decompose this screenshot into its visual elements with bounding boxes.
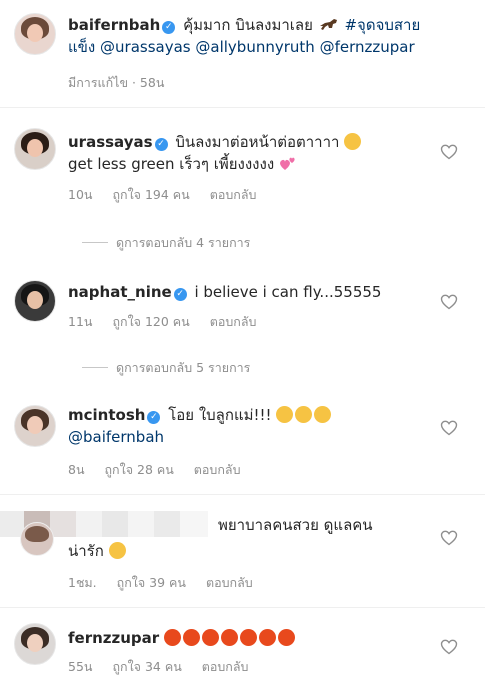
- pixelated-username-block: [154, 511, 180, 537]
- comment-meta: 8น ถูกใจ 28 คน ตอบกลับ: [68, 460, 257, 480]
- divider: [0, 107, 485, 108]
- like-count[interactable]: ถูกใจ 120 คน: [112, 314, 189, 329]
- angry-face-emoji: [182, 629, 200, 646]
- mention-link[interactable]: @baifernbah: [68, 428, 164, 446]
- comment-time: 55น: [68, 659, 93, 674]
- pixelated-username-block: [180, 511, 208, 537]
- comment-text: urassayas ✓ บินลงมาต่อหน้าต่อตาาาา get le…: [68, 131, 428, 175]
- comment-body: บินลงมาต่อหน้าต่อตาาาา: [175, 133, 340, 151]
- view-replies-button[interactable]: ดูการตอบกลับ 5 รายการ: [82, 358, 250, 378]
- reply-button[interactable]: ตอบกลับ: [194, 462, 241, 477]
- view-replies-label: ดูการตอบกลับ 5 รายการ: [116, 360, 251, 375]
- like-count[interactable]: ถูกใจ 34 คน: [112, 659, 181, 674]
- comment-text: พยาบาลคนสวย ดูแลคน: [218, 514, 438, 536]
- verified-badge-icon: ✓: [147, 411, 161, 424]
- pixelated-username-block: [76, 511, 102, 537]
- two-hearts-emoji: [279, 157, 295, 170]
- avatar[interactable]: [14, 280, 56, 322]
- verified-badge-icon: ✓: [162, 21, 176, 34]
- username[interactable]: urassayas: [68, 133, 153, 151]
- downcast-sweat-emoji: [295, 406, 313, 423]
- comment-time: 1ชม.: [68, 575, 97, 590]
- username[interactable]: naphat_nine: [68, 283, 172, 301]
- like-count[interactable]: ถูกใจ 194 คน: [112, 187, 189, 202]
- comment-text: naphat_nine ✓ i believe i can fly...55555: [68, 281, 428, 303]
- comment-body: พยาบาลคนสวย ดูแลคน: [218, 516, 373, 534]
- like-count[interactable]: ถูกใจ 28 คน: [104, 462, 173, 477]
- pixelated-username-block: [128, 511, 154, 537]
- reply-line: [82, 242, 108, 243]
- heart-outline-icon[interactable]: [440, 293, 458, 311]
- kissing-heart-emoji: [108, 542, 126, 559]
- comment-time: 11น: [68, 314, 93, 329]
- divider: [0, 494, 485, 495]
- heart-outline-icon[interactable]: [440, 529, 458, 547]
- racehorse-emoji: [319, 19, 337, 30]
- avatar[interactable]: [14, 128, 56, 170]
- angry-face-emoji: [277, 629, 295, 646]
- comment-meta: 55น ถูกใจ 34 คน ตอบกลับ: [68, 657, 264, 677]
- avatar[interactable]: [14, 13, 56, 55]
- comment-text: น่ารัก: [68, 540, 428, 562]
- mention-link[interactable]: @urassayas: [100, 38, 191, 56]
- verified-badge-icon: ✓: [154, 138, 168, 151]
- pixelated-username-block: [50, 511, 76, 537]
- angry-face-emoji: [239, 629, 257, 646]
- comment-time: 8น: [68, 462, 85, 477]
- comment-text: fernzzupar: [68, 627, 428, 649]
- pixelated-username-block: [102, 511, 128, 537]
- angry-face-emoji: [258, 629, 276, 646]
- downcast-sweat-emoji: [314, 406, 332, 423]
- heart-outline-icon[interactable]: [440, 419, 458, 437]
- angry-face-emoji: [201, 629, 219, 646]
- comment-text: mcintosh ✓ โอย ใบลูกแม่!!! @baifernbah: [68, 404, 428, 448]
- divider: [0, 607, 485, 608]
- view-replies-button[interactable]: ดูการตอบกลับ 4 รายการ: [82, 233, 250, 253]
- like-count[interactable]: ถูกใจ 39 คน: [117, 575, 186, 590]
- post-meta: มีการแก้ไข · 58น: [68, 73, 180, 93]
- verified-badge-icon: ✓: [173, 288, 187, 301]
- reply-button[interactable]: ตอบกลับ: [206, 575, 253, 590]
- username[interactable]: mcintosh: [68, 406, 145, 424]
- reply-button[interactable]: ตอบกลับ: [210, 187, 257, 202]
- reply-line: [82, 367, 108, 368]
- avatar[interactable]: [14, 405, 56, 447]
- edited-time: มีการแก้ไข · 58น: [68, 75, 165, 90]
- comment-body: น่ารัก: [68, 542, 104, 560]
- username[interactable]: baifernbah: [68, 16, 160, 34]
- comment-meta: 1ชม. ถูกใจ 39 คน ตอบกลับ: [68, 573, 269, 593]
- caption-body: คุ้มมาก บินลงมาเลย: [183, 16, 313, 34]
- downcast-sweat-emoji: [276, 406, 294, 423]
- angry-face-emoji: [220, 629, 238, 646]
- angry-face-emoji: [163, 629, 181, 646]
- caption-text: baifernbah ✓ คุ้มมาก บินลงมาเลย #จุดจบสาย…: [68, 14, 428, 58]
- username[interactable]: fernzzupar: [68, 629, 159, 647]
- comment-body: โอย ใบลูกแม่!!!: [168, 406, 272, 424]
- mention-link[interactable]: @fernzzupar: [320, 38, 415, 56]
- pleading-face-emoji: [344, 133, 362, 150]
- mention-link[interactable]: @allybunnyruth: [195, 38, 314, 56]
- comment-body: get less green เร็วๆ เพี้ยงงงงง: [68, 155, 275, 173]
- heart-outline-icon[interactable]: [440, 143, 458, 161]
- avatar[interactable]: [20, 522, 54, 556]
- comment-meta: 10น ถูกใจ 194 คน ตอบกลับ: [68, 185, 272, 205]
- view-replies-label: ดูการตอบกลับ 4 รายการ: [116, 235, 251, 250]
- avatar[interactable]: [14, 623, 56, 665]
- reply-button[interactable]: ตอบกลับ: [202, 659, 249, 674]
- comment-body: i believe i can fly...55555: [194, 283, 382, 301]
- reply-button[interactable]: ตอบกลับ: [210, 314, 257, 329]
- comment-time: 10น: [68, 187, 93, 202]
- heart-outline-icon[interactable]: [440, 638, 458, 656]
- comment-meta: 11น ถูกใจ 120 คน ตอบกลับ: [68, 312, 272, 332]
